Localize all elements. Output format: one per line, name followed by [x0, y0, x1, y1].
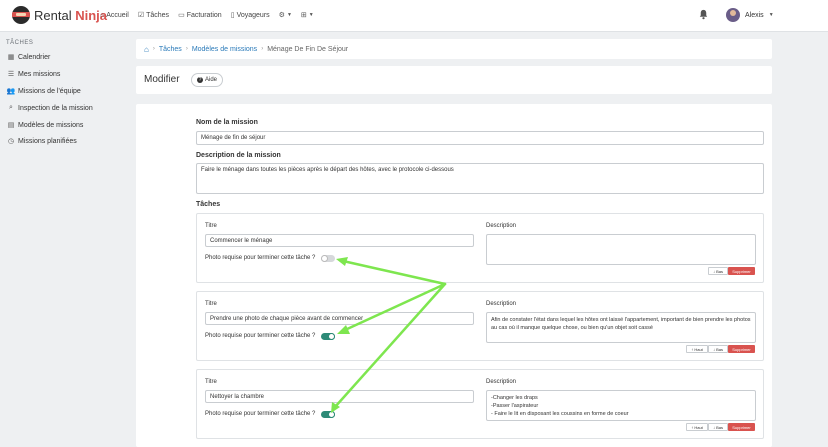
breadcrumb-modeles[interactable]: Modèles de missions [192, 46, 257, 53]
user-menu[interactable]: Alexis ▼ [726, 8, 774, 22]
sidebar-item-inspection[interactable]: ⌕ Inspection de la mission [7, 104, 93, 112]
photo-required-toggle[interactable] [321, 255, 335, 262]
photo-required-label: Photo requise pour terminer cette tâche … [205, 333, 316, 339]
mission-name-input[interactable]: Ménage de fin de séjour [196, 131, 764, 145]
task-card: Titre Nettoyer la chambre Photo requise … [196, 369, 764, 439]
gear-icon: ⚙ [278, 12, 285, 19]
sidebar-item-missions-equipe[interactable]: 👥 Missions de l'équipe [6, 87, 81, 96]
user-name: Alexis [745, 11, 764, 19]
tasks-label: Tâches [196, 201, 221, 208]
help-button[interactable]: ? Aide [191, 73, 224, 87]
move-up-button[interactable]: ↑ Haut [686, 345, 708, 353]
home-icon[interactable]: ⌂ [144, 45, 149, 54]
photo-required-toggle[interactable] [321, 411, 335, 418]
breadcrumb-current: Ménage De Fin De Séjour [267, 45, 349, 53]
chevron-right-icon: › [185, 46, 188, 52]
task-title-label: Titre [205, 379, 217, 385]
calendar-icon: ▦ [7, 54, 15, 61]
suitcase-icon: ▯ [230, 12, 235, 19]
description-line: -Changer les draps [491, 395, 538, 401]
delete-task-button[interactable]: Supprimer [728, 345, 755, 353]
photo-required-label: Photo requise pour terminer cette tâche … [205, 411, 316, 417]
chevron-right-icon: › [261, 46, 264, 52]
task-description-textarea[interactable] [486, 234, 756, 265]
question-icon: ? [197, 77, 203, 83]
sidebar-item-calendrier[interactable]: ▦ Calendrier [7, 53, 51, 62]
nav-voyageurs[interactable]: ▯ Voyageurs [230, 11, 270, 20]
team-icon: 👥 [6, 88, 16, 95]
task-card: Titre Prendre une photo de chaque pièce … [196, 291, 764, 361]
main-nav: ⌂ Accueil ☑ Tâches ▭ Facturation ▯ Voyageurs… [100, 11, 314, 20]
task-description-label: Description [486, 223, 517, 229]
description-line: - Faire le lit en disposant les coussins… [491, 411, 629, 417]
page-title: Modifier [144, 74, 180, 85]
move-down-button[interactable]: ↓ Bas [708, 423, 728, 431]
nav-facturation[interactable]: ▭ Facturation [178, 11, 222, 20]
search-icon: ⌕ [9, 104, 13, 111]
move-down-button[interactable]: ↓ Bas [708, 267, 728, 275]
chevron-down-icon: ▼ [308, 12, 314, 18]
chevron-down-icon: ▼ [286, 12, 292, 18]
bell-icon[interactable] [698, 9, 709, 20]
chevron-down-icon: ▼ [768, 12, 774, 18]
task-title-label: Titre [205, 301, 217, 307]
page-header: Modifier ? Aide [136, 66, 772, 94]
home-icon: ⌂ [100, 11, 105, 19]
sidebar: TÂCHES ▦ Calendrier ☰ Mes missions 👥 Missio… [0, 33, 128, 447]
sidebar-item-planifiees[interactable]: ◷ Missions planifiées [7, 137, 77, 146]
task-description-textarea[interactable]: Afin de constater l'état dans lequel les… [486, 312, 756, 343]
checklist-icon: ☰ [7, 71, 15, 78]
mission-description-label: Description de la mission [196, 152, 281, 159]
avatar [726, 8, 740, 22]
move-down-button[interactable]: ↓ Bas [708, 345, 728, 353]
breadcrumb: ⌂ › Tâches › Modèles de missions › Ménag… [136, 39, 772, 59]
task-description-label: Description [486, 301, 517, 307]
nav-settings[interactable]: ⚙ ▼ [279, 11, 292, 19]
checkbox-icon: ☑ [137, 12, 145, 19]
ninja-logo-icon [12, 6, 30, 24]
description-line: -Passer l'aspirateur [491, 403, 539, 409]
sitemap-icon: ⊞ [300, 12, 307, 19]
task-title-input[interactable]: Nettoyer la chambre [205, 390, 474, 403]
chevron-right-icon: › [152, 46, 155, 52]
delete-task-button[interactable]: Supprimer [728, 423, 755, 431]
photo-required-label: Photo requise pour terminer cette tâche … [205, 255, 316, 261]
nav-accueil[interactable]: ⌂ Accueil [100, 12, 129, 19]
breadcrumb-taches[interactable]: Tâches [159, 46, 182, 53]
top-bar: Rental Ninja ⌂ Accueil ☑ Tâches ▭ Facturati… [0, 0, 828, 32]
mission-description-textarea[interactable]: Faire le ménage dans toutes les pièces a… [196, 163, 764, 194]
brand-name: Rental Ninja [34, 7, 107, 23]
mission-name-label: Nom de la mission [196, 119, 258, 126]
delete-task-button[interactable]: Supprimer [728, 267, 755, 275]
clock-icon: ◷ [7, 138, 15, 145]
template-icon: ▤ [7, 122, 15, 129]
task-title-label: Titre [205, 223, 217, 229]
brand-logo[interactable]: Rental Ninja [12, 6, 107, 24]
mission-form: Nom de la mission Ménage de fin de séjou… [136, 104, 772, 447]
sidebar-header: TÂCHES [6, 40, 34, 46]
invoice-icon: ▭ [178, 12, 185, 19]
task-title-input[interactable]: Commencer le ménage [205, 234, 474, 247]
task-description-textarea[interactable]: -Changer les draps -Passer l'aspirateur … [486, 390, 756, 421]
sidebar-item-mes-missions[interactable]: ☰ Mes missions [7, 70, 61, 79]
move-up-button[interactable]: ↑ Haut [686, 423, 708, 431]
sidebar-item-modeles[interactable]: ▤ Modèles de missions [7, 121, 84, 130]
task-description-label: Description [486, 379, 517, 385]
nav-taches[interactable]: ☑ Tâches [137, 11, 169, 20]
nav-tools[interactable]: ⊞ ▼ [301, 11, 314, 19]
photo-required-toggle[interactable] [321, 333, 335, 340]
task-title-input[interactable]: Prendre une photo de chaque pièce avant … [205, 312, 474, 325]
task-card: Titre Commencer le ménage Photo requise … [196, 213, 764, 283]
